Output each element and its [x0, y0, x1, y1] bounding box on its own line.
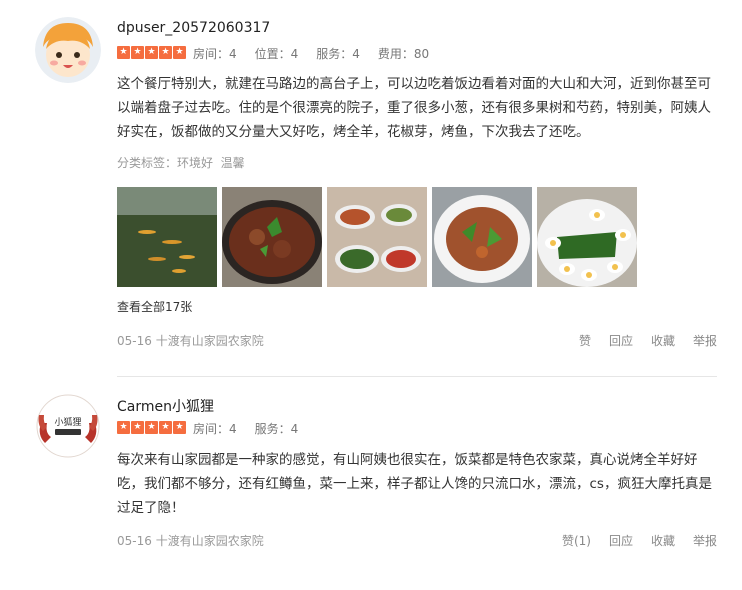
favorite-button[interactable]: 收藏 — [651, 532, 675, 549]
review-photo[interactable] — [537, 187, 637, 287]
user-avatar[interactable] — [35, 17, 101, 83]
review-photo[interactable] — [117, 187, 217, 287]
rating-stars: ★ ★ ★ ★ ★ — [117, 46, 186, 60]
reply-button[interactable]: 回应 — [609, 332, 633, 349]
review-actions: 赞 回应 收藏 举报 — [579, 332, 717, 349]
reply-button[interactable]: 回应 — [609, 532, 633, 549]
stew-pot-photo — [222, 187, 322, 287]
score-list: 房间：4 位置：4 服务：4 费用：80 — [193, 45, 429, 62]
review-content: 这个餐厅特别大，就建在马路边的高台子上，可以边吃着饭边看着对面的大山和大河，近到… — [117, 76, 711, 140]
review-meta: 05-16 十渡有山家园农家院 — [117, 332, 264, 349]
review-place[interactable]: 十渡有山家园农家院 — [156, 334, 264, 348]
review-place[interactable]: 十渡有山家园农家院 — [156, 534, 264, 548]
stir-fry-photo — [432, 187, 532, 287]
avatar-logo-text: 小狐狸 — [54, 416, 81, 428]
eggs-greens-photo — [537, 187, 637, 287]
star-icon: ★ — [131, 46, 144, 59]
star-icon: ★ — [131, 421, 144, 434]
logo-avatar-icon: 小狐狸 — [35, 393, 101, 459]
star-icon: ★ — [159, 421, 172, 434]
review-meta: 05-16 十渡有山家园农家院 — [117, 532, 264, 549]
review-photo[interactable] — [222, 187, 322, 287]
tag-item[interactable]: 温馨 — [221, 156, 245, 170]
review-date: 05-16 — [117, 534, 152, 548]
favorite-button[interactable]: 收藏 — [651, 332, 675, 349]
like-button[interactable]: 赞(1) — [562, 532, 591, 549]
review-date: 05-16 — [117, 334, 152, 348]
star-icon: ★ — [159, 46, 172, 59]
divider — [117, 376, 717, 377]
table-dishes-photo — [327, 187, 427, 287]
star-icon: ★ — [173, 46, 186, 59]
score-list: 房间：4 服务：4 — [193, 420, 298, 437]
username[interactable]: Carmen小狐狸 — [117, 396, 214, 416]
review-tags: 分类标签：环境好 温馨 — [117, 154, 245, 171]
cartoon-face-avatar-icon — [35, 17, 101, 83]
review-photo[interactable] — [432, 187, 532, 287]
tags-label: 分类标签： — [117, 156, 178, 170]
score-service: 服务：4 — [254, 422, 299, 436]
report-button[interactable]: 举报 — [693, 332, 717, 349]
user-avatar[interactable]: 小狐狸 — [35, 393, 101, 459]
username[interactable]: dpuser_20572060317 — [117, 20, 270, 36]
fish-pond-photo — [117, 187, 217, 287]
rating-stars: ★ ★ ★ ★ ★ — [117, 421, 186, 435]
tag-item[interactable]: 环境好 — [177, 156, 213, 170]
score-room: 房间：4 — [193, 422, 237, 436]
score-service: 服务：4 — [316, 47, 360, 61]
star-icon: ★ — [117, 46, 130, 59]
view-all-photos-link[interactable]: 查看全部17张 — [117, 298, 192, 315]
star-icon: ★ — [117, 421, 130, 434]
score-room: 房间：4 — [193, 47, 237, 61]
score-cost: 费用：80 — [377, 47, 430, 61]
photo-strip — [117, 187, 637, 287]
review-photo[interactable] — [327, 187, 427, 287]
review-actions: 赞(1) 回应 收藏 举报 — [562, 532, 717, 549]
star-icon: ★ — [145, 46, 158, 59]
star-icon: ★ — [145, 421, 158, 434]
score-location: 位置：4 — [254, 47, 299, 61]
report-button[interactable]: 举报 — [693, 532, 717, 549]
review-content: 每次来有山家园都是一种家的感觉，有山阿姨也很实在，饭菜都是特色农家菜，真心说烤全… — [117, 452, 712, 516]
star-icon: ★ — [173, 421, 186, 434]
like-button[interactable]: 赞 — [579, 332, 591, 349]
